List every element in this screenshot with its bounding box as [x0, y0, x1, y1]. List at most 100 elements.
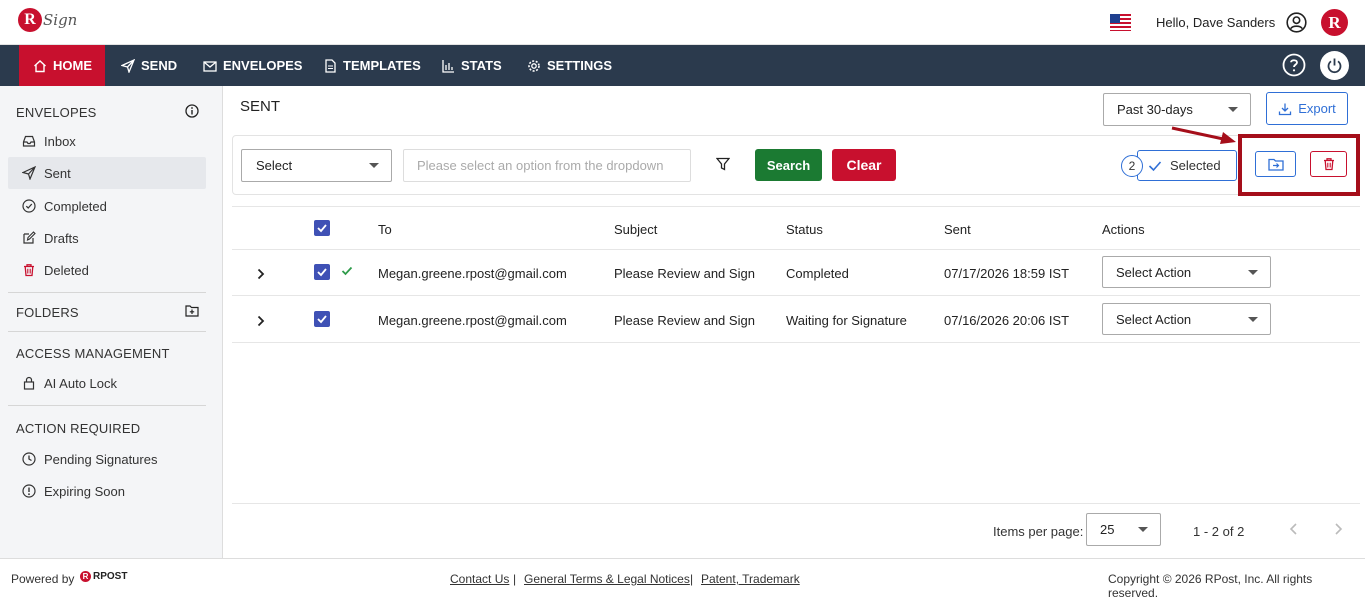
bar-chart-icon — [442, 59, 454, 73]
column-header-to[interactable]: To — [378, 222, 392, 237]
sidebar-item-inbox[interactable]: Inbox — [8, 125, 206, 157]
move-to-folder-button[interactable] — [1255, 151, 1296, 177]
sidebar-item-completed[interactable]: Completed — [8, 190, 206, 222]
download-icon — [1279, 103, 1292, 115]
column-header-sent[interactable]: Sent — [944, 222, 971, 237]
user-profile-icon[interactable] — [1286, 12, 1307, 33]
divider — [8, 292, 206, 293]
home-icon — [34, 59, 46, 72]
contact-us-link[interactable]: Contact Us — [450, 572, 509, 586]
nav-templates[interactable]: TEMPLATES — [323, 45, 421, 86]
export-label: Export — [1298, 101, 1336, 116]
rsign-logo[interactable]: R Sign — [18, 8, 77, 32]
sidebar-item-label: Inbox — [44, 133, 76, 149]
nav-settings[interactable]: SETTINGS — [527, 45, 612, 86]
column-header-subject[interactable]: Subject — [614, 222, 657, 237]
rpost-text: RPOST — [93, 571, 128, 582]
sidebar-item-expiring-soon[interactable]: Expiring Soon — [8, 475, 206, 507]
next-page-icon[interactable] — [1332, 522, 1344, 536]
previous-page-icon[interactable] — [1288, 522, 1300, 536]
footer-separator: | — [513, 572, 517, 586]
nav-home[interactable]: HOME — [19, 45, 105, 86]
nav-send-label: SEND — [141, 58, 178, 73]
chevron-right-icon[interactable] — [255, 315, 267, 327]
nav-templates-label: TEMPLATES — [343, 58, 421, 73]
date-range-select[interactable]: Past 30-days — [1103, 93, 1251, 126]
checkmark-icon — [317, 315, 327, 324]
row-action-select[interactable]: Select Action — [1102, 303, 1271, 335]
filter-value-input[interactable] — [403, 149, 691, 182]
column-header-status[interactable]: Status — [786, 222, 823, 237]
top-bar: R Sign Hello, Dave Sanders R — [0, 0, 1365, 45]
delete-selected-button[interactable] — [1310, 151, 1347, 177]
language-flag-icon[interactable] — [1110, 12, 1131, 33]
filter-funnel-icon[interactable] — [716, 157, 730, 171]
nav-send[interactable]: SEND — [121, 45, 177, 86]
rpost-mark: R — [80, 571, 91, 582]
info-icon[interactable] — [185, 104, 199, 118]
check-circle-icon — [22, 199, 36, 213]
row-checkbox[interactable] — [314, 264, 330, 280]
cell-to: Megan.greene.rpost@gmail.com — [378, 313, 567, 328]
search-button[interactable]: Search — [755, 149, 822, 181]
page-title: SENT — [240, 98, 281, 115]
sidebar-item-label: Drafts — [44, 230, 79, 246]
sidebar-access-heading: ACCESS MANAGEMENT — [16, 346, 170, 361]
patent-link[interactable]: Patent, Trademark — [701, 572, 800, 586]
add-folder-icon[interactable] — [185, 304, 199, 317]
cell-status: Waiting for Signature — [786, 313, 907, 328]
clear-button[interactable]: Clear — [832, 149, 896, 181]
nav-stats-label: STATS — [461, 58, 502, 73]
send-icon — [22, 166, 36, 180]
filter-field-select[interactable]: Select — [241, 149, 392, 182]
sidebar-item-sent[interactable]: Sent — [8, 157, 206, 189]
row-action-value: Select Action — [1116, 311, 1192, 327]
sidebar-item-ai-auto-lock[interactable]: AI Auto Lock — [8, 367, 206, 399]
nav-envelopes[interactable]: ENVELOPES — [203, 45, 302, 86]
chevron-down-icon — [369, 163, 379, 168]
help-icon[interactable] — [1282, 53, 1306, 77]
checkmark-icon — [317, 268, 327, 277]
copyright: Copyright © 2026 RPost, Inc. All rights … — [1108, 572, 1313, 600]
cell-sent: 07/16/2026 20:06 IST — [944, 313, 1070, 328]
row-action-value: Select Action — [1116, 264, 1192, 280]
sidebar-item-label: Deleted — [44, 262, 89, 278]
cell-subject: Please Review and Sign — [614, 313, 755, 328]
export-button[interactable]: Export — [1266, 92, 1348, 125]
logout-button[interactable] — [1320, 51, 1349, 80]
send-icon — [121, 58, 135, 73]
brand-avatar[interactable]: R — [1321, 9, 1348, 36]
footer-separator: | — [690, 572, 694, 586]
cell-sent: 07/17/2026 18:59 IST — [944, 266, 1070, 281]
nav-stats[interactable]: STATS — [441, 45, 502, 86]
select-all-checkbox[interactable] — [314, 220, 330, 236]
sidebar-item-label: Expiring Soon — [44, 483, 125, 499]
terms-link[interactable]: General Terms & Legal Notices — [524, 572, 690, 586]
sidebar-item-label: Sent — [44, 165, 71, 181]
row-checkbox[interactable] — [314, 311, 330, 327]
row-divider — [232, 295, 1360, 296]
column-header-actions: Actions — [1102, 222, 1145, 237]
power-icon — [1327, 58, 1342, 73]
sidebar-item-deleted[interactable]: Deleted — [8, 254, 206, 286]
chevron-down-icon — [1248, 317, 1258, 322]
edit-icon — [23, 231, 36, 244]
sidebar-item-drafts[interactable]: Drafts — [8, 222, 206, 254]
nav-settings-label: SETTINGS — [547, 58, 613, 73]
folder-move-icon — [1267, 158, 1284, 171]
cell-status: Completed — [786, 266, 849, 281]
envelope-icon — [203, 60, 217, 72]
row-action-select[interactable]: Select Action — [1102, 256, 1271, 288]
inbox-icon — [22, 135, 36, 147]
nav-home-label: HOME — [53, 58, 92, 73]
sidebar: ENVELOPES Inbox Sent Completed Drafts De… — [0, 86, 223, 558]
main-nav: HOME SEND ENVELOPES TEMPLATES STATS SETT… — [0, 45, 1365, 86]
cell-subject: Please Review and Sign — [614, 266, 755, 281]
chevron-right-icon[interactable] — [255, 268, 267, 280]
items-per-page-select[interactable]: 25 — [1086, 513, 1161, 546]
filter-select-value: Select — [256, 158, 293, 173]
check-icon — [1148, 161, 1162, 172]
logo-text: Sign — [43, 11, 78, 29]
sidebar-item-label: AI Auto Lock — [44, 375, 117, 391]
sidebar-item-pending-signatures[interactable]: Pending Signatures — [8, 443, 206, 475]
